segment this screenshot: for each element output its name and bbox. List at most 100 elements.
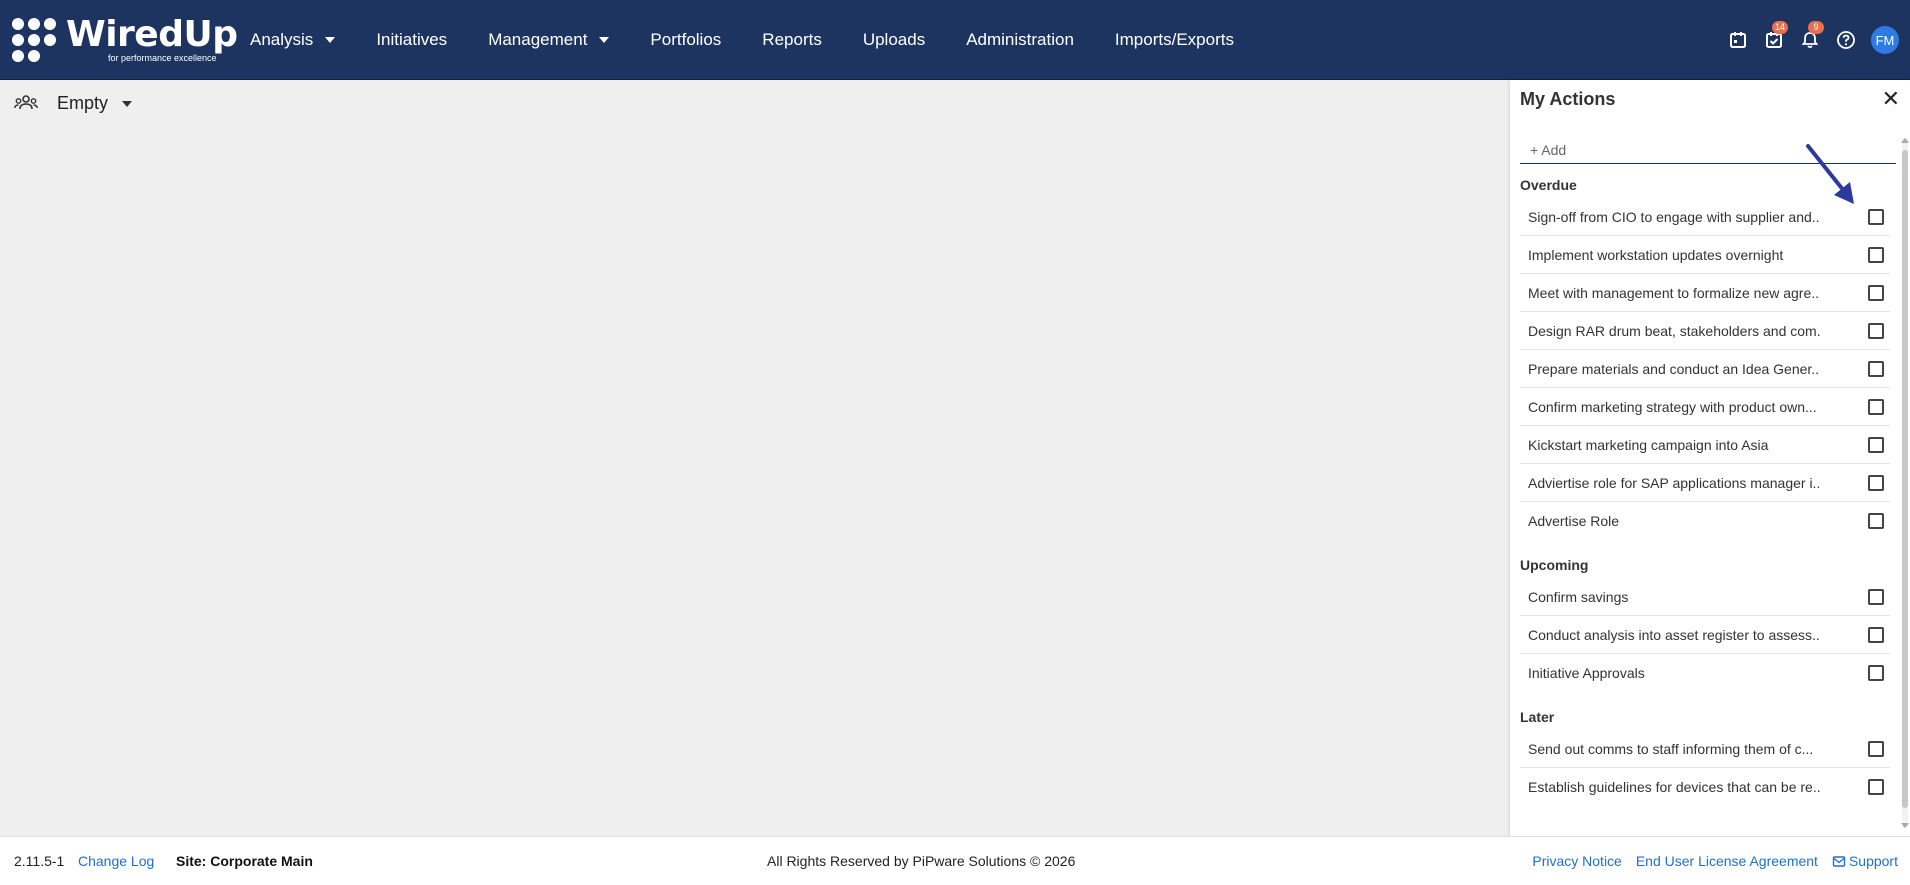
nav-item-label: Reports [762,30,822,49]
nav-item-imports-exports[interactable]: Imports/Exports [1115,30,1234,50]
nav-item-uploads[interactable]: Uploads [863,30,925,50]
action-checkbox[interactable] [1868,513,1884,529]
upcoming-list: Confirm savings Conduct analysis into as… [1510,578,1900,692]
list-item[interactable]: Kickstart marketing campaign into Asia [1520,426,1890,464]
panel-scrollbar[interactable] [1901,138,1909,828]
nav-item-label: Imports/Exports [1114,30,1234,49]
list-item[interactable]: Advertise Role [1520,502,1890,540]
action-text: Initiative Approvals [1528,665,1645,681]
action-text: Confirm savings [1528,588,1629,605]
nav-item-label: Initiatives [376,30,448,49]
caret-down-icon [122,100,133,107]
action-text: Conduct analysis into asset register to … [1528,626,1820,643]
top-icon-group: 14 9 FM [1727,0,1910,80]
action-text: Implement workstation updates overnight [1528,246,1784,263]
selector-label: Empty [57,93,109,113]
caret-down-icon [325,37,336,43]
section-title-upcoming: Upcoming [1520,557,1589,573]
list-item[interactable]: Establish guidelines for devices that ca… [1520,768,1890,806]
nav-item-label: Management [488,30,588,49]
help-icon[interactable] [1835,29,1857,51]
support-label: Support [1848,853,1898,869]
nav-item-label: Portfolios [650,30,722,49]
copyright-text: All Rights Reserved by PiPware Solutions… [767,853,1076,869]
action-checkbox[interactable] [1868,247,1884,263]
notifications-badge: 9 [1808,21,1824,34]
privacy-notice-link[interactable]: Privacy Notice [1532,853,1621,869]
top-nav-bar: WiredUp for performance excellence Analy… [0,0,1910,80]
nav-item-label: Administration [966,30,1074,49]
action-checkbox[interactable] [1868,779,1884,795]
eula-link[interactable]: End User License Agreement [1636,853,1818,869]
list-item[interactable]: Meet with management to formalize new ag… [1520,274,1890,312]
action-text: Send out comms to staff informing them o… [1528,740,1814,757]
action-text: Establish guidelines for devices that ca… [1528,779,1820,795]
action-checkbox[interactable] [1868,589,1884,605]
list-item[interactable]: Confirm marketing strategy with product … [1520,388,1890,426]
section-title-later: Later [1520,709,1555,725]
footer-links: Privacy Notice End User License Agreemen… [1518,853,1898,869]
overdue-list: Sign-off from CIO to engage with supplie… [1510,198,1900,540]
nav-item-reports[interactable]: Reports [762,30,822,50]
support-link[interactable]: Support [1832,853,1898,869]
action-checkbox[interactable] [1868,665,1884,681]
team-selector[interactable]: Empty [14,93,133,114]
nav-item-portfolios[interactable]: Portfolios [650,30,721,50]
action-checkbox[interactable] [1868,741,1884,757]
action-checkbox[interactable] [1868,475,1884,491]
action-checkbox[interactable] [1868,209,1884,225]
tasks-badge: 14 [1772,21,1789,34]
scroll-up-icon[interactable] [1901,138,1909,143]
user-avatar[interactable]: FM [1871,26,1899,54]
action-text: Meet with management to formalize new ag… [1528,284,1820,301]
action-checkbox[interactable] [1868,361,1884,377]
action-checkbox[interactable] [1868,285,1884,301]
version-label: 2.11.5-1 [14,853,65,869]
action-checkbox[interactable] [1868,437,1884,453]
list-item[interactable]: Initiative Approvals [1520,654,1890,692]
action-checkbox[interactable] [1868,627,1884,643]
list-item[interactable]: Design RAR drum beat, stakeholders and c… [1520,312,1890,350]
action-text: Design RAR drum beat, stakeholders and c… [1528,322,1820,339]
scroll-thumb[interactable] [1902,150,1908,808]
list-item[interactable]: Implement workstation updates overnight [1520,236,1890,274]
list-item[interactable]: Conduct analysis into asset register to … [1520,616,1890,654]
action-checkbox[interactable] [1868,399,1884,415]
action-text: Sign-off from CIO to engage with supplie… [1528,208,1820,225]
footer: 2.11.5-1 Change Log Site: Corporate Main… [0,836,1910,885]
close-icon[interactable]: ✕ [1882,88,1900,110]
site-label: Site: Corporate Main [176,853,313,869]
nav-item-label: Uploads [862,30,926,49]
wiredup-logo[interactable]: WiredUp for performance excellence [12,14,238,66]
bell-icon[interactable]: 9 [1799,21,1824,51]
action-text: Confirm marketing strategy with product … [1528,398,1817,415]
panel-title: My Actions [1520,89,1616,109]
team-icon [14,94,38,109]
list-item[interactable]: Prepare materials and conduct an Idea Ge… [1520,350,1890,388]
nav-item-initiatives[interactable]: Initiatives [376,30,447,50]
logo-text: WiredUp [66,14,238,55]
nav-item-administration[interactable]: Administration [966,30,1074,50]
support-icon [1832,856,1846,867]
calendar-icon[interactable] [1727,29,1749,51]
list-item[interactable]: Adviertise role for SAP applications man… [1520,464,1890,502]
logo-tagline: for performance excellence [108,53,217,63]
action-text: Adviertise role for SAP applications man… [1528,474,1820,491]
action-text: Advertise Role [1528,513,1620,529]
list-item[interactable]: Send out comms to staff informing them o… [1520,730,1890,768]
actions-list: Overdue Sign-off from CIO to engage with… [1510,172,1900,832]
annotation-arrow-icon [1806,144,1854,204]
nav-item-label: Analysis [250,30,314,49]
change-log-link[interactable]: Change Log [78,853,154,869]
list-item[interactable]: Confirm savings [1520,578,1890,616]
scroll-down-icon[interactable] [1901,823,1909,828]
nav-item-analysis[interactable]: Analysis [250,30,336,50]
later-list: Send out comms to staff informing them o… [1510,730,1900,806]
tasks-icon[interactable]: 14 [1763,21,1789,51]
action-text: Prepare materials and conduct an Idea Ge… [1528,360,1820,377]
action-checkbox[interactable] [1868,323,1884,339]
main-nav: Analysis Initiatives Management Portfoli… [250,0,1275,80]
nav-item-management[interactable]: Management [488,30,610,50]
